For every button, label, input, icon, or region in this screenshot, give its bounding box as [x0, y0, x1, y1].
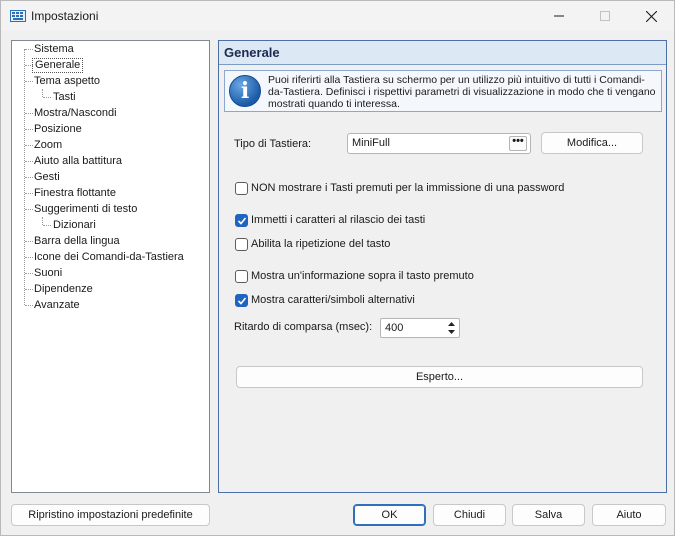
checkbox-checked[interactable] [235, 294, 248, 307]
title-bar: Impostazioni [1, 1, 674, 31]
info-box: i Puoi riferirti alla Tastiera su scherm… [224, 70, 662, 112]
delay-label: Ritardo di comparsa (msec): [234, 321, 373, 333]
stepper-arrows [445, 320, 458, 336]
option-label: NON mostrare i Tasti premuti per la immi… [251, 182, 565, 194]
settings-window: Impostazioni Sistema Generale Tema aspet… [0, 0, 675, 536]
delay-value: 400 [385, 322, 404, 334]
reset-defaults-button[interactable]: Ripristino impostazioni predefinite [11, 504, 210, 526]
arrow-down-icon [448, 330, 455, 334]
keyboard-type-label: Tipo di Tastiera: [234, 138, 312, 150]
checkmark-icon [237, 217, 247, 225]
tree-item-barra-lingua[interactable]: Barra della lingua [32, 234, 122, 249]
tree-item-tema-aspetto[interactable]: Tema aspetto [32, 74, 102, 89]
tree-item-tasti[interactable]: Tasti [51, 90, 78, 105]
close-button[interactable] [628, 1, 674, 31]
save-button[interactable]: Salva [512, 504, 585, 526]
tree-item-gesti[interactable]: Gesti [32, 170, 62, 185]
tree-item-zoom[interactable]: Zoom [32, 138, 64, 153]
minimize-button[interactable] [536, 1, 582, 31]
settings-tree: Sistema Generale Tema aspetto Tasti Most… [11, 40, 210, 493]
option-label: Abilita la ripetizione del tasto [251, 238, 391, 250]
tree-item-mostra-nascondi[interactable]: Mostra/Nascondi [32, 106, 119, 121]
tree-item-icone-comandi[interactable]: Icone dei Comandi-da-Tastiera [32, 250, 186, 265]
tree-item-suoni[interactable]: Suoni [32, 266, 64, 281]
maximize-icon [600, 11, 610, 21]
tree-item-dizionari[interactable]: Dizionari [51, 218, 98, 233]
tree-item-suggerimenti-testo[interactable]: Suggerimenti di testo [32, 202, 139, 217]
modify-button[interactable]: Modifica... [541, 132, 643, 154]
panel-title: Generale [219, 41, 666, 65]
tree-item-generale[interactable]: Generale [32, 58, 84, 73]
maximize-button [582, 1, 628, 31]
info-text: Puoi riferirti alla Tastiera su schermo … [268, 74, 656, 110]
option-label: Mostra caratteri/simboli alternativi [251, 294, 415, 306]
checkbox-checked[interactable] [235, 214, 248, 227]
checkbox[interactable] [235, 238, 248, 251]
minimize-icon [554, 15, 564, 17]
tree-item-sistema[interactable]: Sistema [32, 42, 76, 57]
keyboard-type-value: MiniFull [352, 137, 390, 149]
keyboard-type-field[interactable]: MiniFull ••• [347, 133, 531, 154]
checkbox[interactable] [235, 182, 248, 195]
arrow-up-icon [448, 322, 455, 326]
stepper-down-button[interactable] [445, 328, 458, 336]
tree-item-dipendenze[interactable]: Dipendenze [32, 282, 95, 297]
option-label: Immetti i caratteri al rilascio dei tast… [251, 214, 426, 226]
tree-line [42, 89, 43, 97]
checkmark-icon [237, 297, 247, 305]
settings-panel: Generale i Puoi riferirti alla Tastiera … [218, 40, 667, 493]
window-title: Impostazioni [31, 9, 99, 23]
help-button[interactable]: Aiuto [592, 504, 666, 526]
tree-item-finestra-flottante[interactable]: Finestra flottante [32, 186, 118, 201]
browse-button[interactable]: ••• [509, 136, 527, 151]
tree-line [42, 217, 43, 225]
tree-item-avanzate[interactable]: Avanzate [32, 298, 82, 313]
ok-button[interactable]: OK [353, 504, 426, 526]
checkbox[interactable] [235, 270, 248, 283]
tree-item-aiuto-battitura[interactable]: Aiuto alla battitura [32, 154, 124, 169]
expert-button[interactable]: Esperto... [236, 366, 643, 388]
tree-item-posizione[interactable]: Posizione [32, 122, 84, 137]
close-icon [645, 10, 657, 22]
info-icon: i [229, 75, 261, 107]
option-label: Mostra un'informazione sopra il tasto pr… [251, 270, 474, 282]
close-dialog-button[interactable]: Chiudi [433, 504, 506, 526]
keyboard-icon [10, 10, 26, 22]
delay-stepper[interactable]: 400 [380, 318, 460, 338]
stepper-up-button[interactable] [445, 320, 458, 328]
